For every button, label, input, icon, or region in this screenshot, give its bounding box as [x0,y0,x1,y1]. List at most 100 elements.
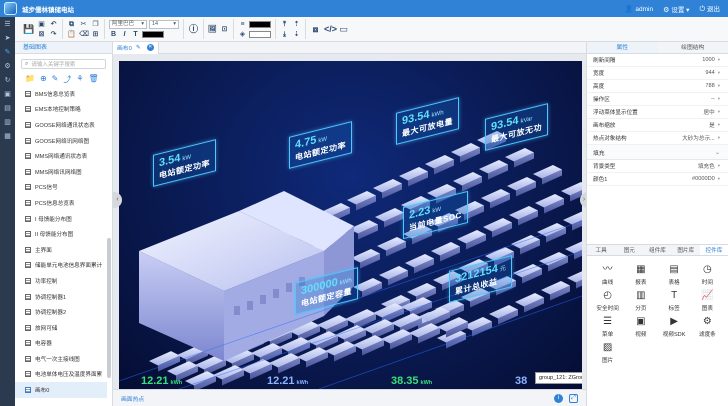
component-item[interactable]: ▶ 视频SDK [658,316,691,338]
tree-item[interactable]: I 母馈能分布图 [15,211,107,227]
menu-icon[interactable]: ☰ [2,20,13,30]
save-file-icon[interactable]: 💾 [23,24,34,35]
property-row[interactable]: 颜色1 #0000D0 ▾ [587,173,728,186]
group-icon[interactable]: ⊞ [91,30,100,39]
tab-structure[interactable]: 绘图结构 [657,42,728,53]
send-back-icon[interactable]: ⤓ [280,30,289,39]
property-value[interactable]: 填充色 ▾ [698,162,720,170]
tree-item[interactable]: 旅网可储 [15,320,107,336]
component-item[interactable]: ☰ 菜单 [591,316,624,338]
property-value[interactable]: 是 ▾ [709,121,720,129]
tree-item[interactable]: 主界面 [15,242,107,258]
add-file-icon[interactable]: ⊕ [40,74,47,85]
tree-item[interactable]: MMS网络通讯状态表 [15,148,107,164]
clear-icon[interactable]: ⌫ [79,30,89,39]
bold-button[interactable]: B [109,30,118,39]
component-tab[interactable]: 图片库 [672,245,700,255]
component-item[interactable]: ▨ 图片 [591,342,624,364]
fill-section-header[interactable]: 填充 ⌄ [587,145,728,160]
rename-icon[interactable]: ✎ [52,74,59,85]
tree-icon[interactable]: ⚘ [76,74,83,85]
tree-item[interactable]: PCS信息总览表 [15,195,107,211]
add-folder-icon[interactable]: 📁 [25,74,35,85]
monitor-icon[interactable]: ▦ [2,132,13,142]
component-item[interactable]: ⚙ 滤度条 [691,316,724,338]
line-style-icon[interactable]: ≡ [238,20,247,29]
component-item[interactable]: ▣ 视频 [624,316,657,338]
logout-button[interactable]: ⏻ 退出 [699,3,720,14]
component-item[interactable]: ▥ 分页 [624,290,657,312]
fullscreen-icon[interactable]: ⤢ [569,393,578,403]
send-icon[interactable]: ➤ [2,34,13,44]
crop-icon[interactable]: ⊡ [220,25,229,34]
paste-icon[interactable]: 📋 [67,30,76,39]
property-value[interactable]: 788 ▾ [705,83,720,89]
redo-icon[interactable]: ↷ [49,30,58,39]
layers-icon[interactable]: ⧈ [310,24,321,35]
tree-item[interactable]: MMS网络讯网络图 [15,164,107,180]
station-scene[interactable]: 3.54 kW 电站额定功率 4.75 kW 电站额定功率 93.54 kWh 最大可… [119,61,582,389]
new-icon[interactable]: ▣ [37,20,46,29]
trash-icon[interactable]: 🗑 [89,74,99,85]
property-value[interactable]: 944 ▾ [705,70,720,76]
property-row[interactable]: 热点对象结构 大砂为总示... ▾ [587,132,728,145]
font-size-select[interactable]: 14 ▾ [149,19,179,29]
tab-canvas0[interactable]: 画布0 ✎ ✕ [113,41,159,54]
edit-icon[interactable]: ✎ [136,45,141,51]
text-color-button[interactable]: T [131,30,140,39]
property-value[interactable]: 居中 ▾ [704,108,720,116]
font-family-select[interactable]: 阿里巴巴 ▾ [109,19,147,29]
tab-properties[interactable]: 属性 [587,42,658,53]
export-icon[interactable]: ⤴ [63,74,71,85]
property-row[interactable]: 操作区 -- ▾ [587,93,728,106]
tree-item[interactable]: 电容器 [15,336,107,352]
property-value[interactable]: 大砂为总示... ▾ [682,134,720,142]
search-input[interactable]: ⌕ 请输入关键字搜索 [21,59,106,69]
component-item[interactable]: ◷ 时间 [691,264,724,286]
bring-forward-icon[interactable]: ⇡ [292,20,301,29]
component-item[interactable]: ▤ 表格 [658,264,691,286]
property-row[interactable]: 宽度 944 ▾ [587,67,728,80]
component-tab[interactable]: 图元 [615,245,643,255]
bring-front-icon[interactable]: ⤒ [280,20,289,29]
tree-item[interactable]: 功率控制 [15,273,107,289]
hotspot-label[interactable]: 画面热点 [121,394,144,403]
close-icon[interactable]: ✕ [146,44,154,51]
component-item[interactable]: 📈 图表 [691,290,724,312]
preview-icon[interactable]: ▭ [338,24,349,35]
tree-item[interactable]: 电池单体电压及温度界面累 [15,367,107,383]
user-menu[interactable]: 👤 admin [625,5,653,13]
property-row[interactable]: 画布缩放 是 ▾ [587,119,728,132]
component-tab[interactable]: 控件库 [699,245,728,255]
tree-item[interactable]: 电气一次主接线图 [15,351,107,367]
property-value[interactable]: -- ▾ [711,96,720,102]
tree-item[interactable]: BMS信息总览表 [15,86,107,102]
copy-icon[interactable]: ⧉ [67,20,76,29]
duplicate-icon[interactable]: ❐ [91,20,100,29]
component-tab[interactable]: 组件库 [643,245,671,255]
delete-icon[interactable]: ⊠ [37,30,46,39]
property-value[interactable]: #0000D0 ▾ [692,176,720,182]
property-row[interactable]: 刷新间隔 1000 ▾ [587,54,728,67]
image-icon[interactable]: ▥ [2,118,13,128]
property-value[interactable]: 1000 ▾ [702,57,720,63]
settings-icon[interactable]: ⚙ [2,62,13,72]
save-icon[interactable]: ▣ [2,90,13,100]
tree-item[interactable]: II 母馈能分布图 [15,226,107,242]
component-item[interactable]: T 标签 [658,290,691,312]
tree-item[interactable]: GOOSE网络讯网络图 [15,133,107,149]
info-icon[interactable]: i [554,393,563,403]
property-row[interactable]: 浮动菜体显示位置 居中 ▾ [587,106,728,119]
line-color-swatch[interactable] [249,20,271,28]
cut-icon[interactable]: ✂ [79,20,88,29]
tree-item[interactable]: 协调控制器2 [15,304,107,320]
property-row[interactable]: 背景类型 填充色 ▾ [587,160,728,173]
tree-item[interactable]: 储能单元电池信息界面累计 [15,258,107,274]
component-item[interactable]: ◴ 安全时间 [591,290,624,312]
tree-item[interactable]: 画布0 [15,382,107,398]
code-icon[interactable]: </> [324,24,337,35]
left-panel-scrollbar[interactable] [107,238,111,378]
tree-item[interactable]: GOOSE网络通讯状态表 [15,117,107,133]
edit-icon[interactable]: ✎ [2,48,13,58]
property-row[interactable]: 高度 788 ▾ [587,80,728,93]
